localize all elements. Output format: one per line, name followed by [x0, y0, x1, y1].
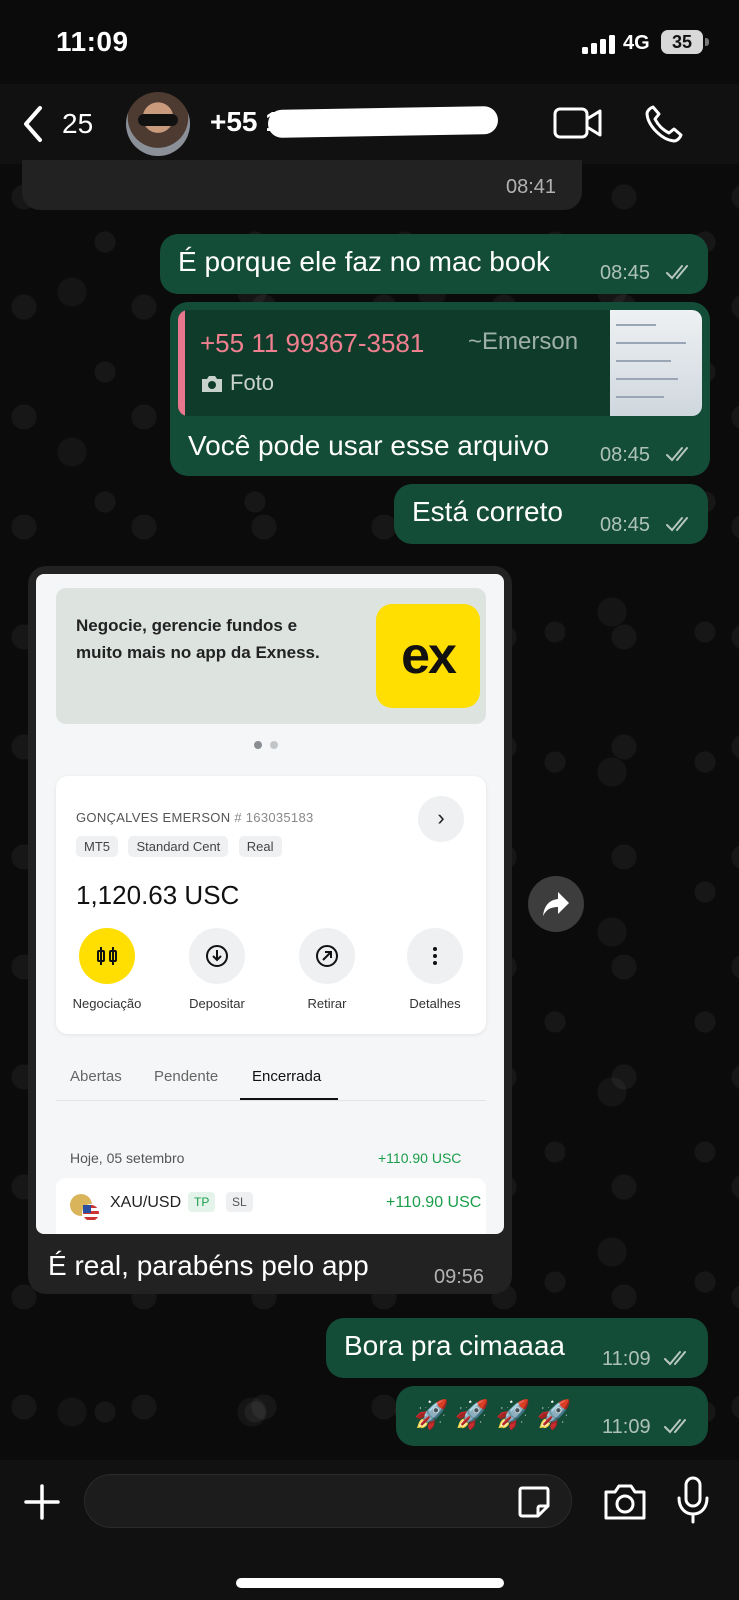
account-tags: MT5 Standard Cent Real: [76, 836, 288, 857]
redaction-mark: [267, 105, 499, 139]
camera-icon: [202, 376, 222, 392]
stop-loss-badge: SL: [226, 1192, 253, 1212]
message-time: 08:45: [600, 514, 651, 536]
active-tab-indicator: [240, 1098, 338, 1100]
quote-accent-bar: [178, 310, 185, 416]
read-ticks-icon: [666, 265, 688, 280]
us-flag-icon: [82, 1204, 100, 1222]
message-incoming[interactable]: 08:41: [22, 160, 582, 210]
promo-banner[interactable]: Negocie, gerencie fundos e muito mais no…: [56, 588, 486, 724]
account-card[interactable]: GONÇALVES EMERSON # 163035183 › MT5 Stan…: [56, 776, 486, 1034]
account-number: # 163035183: [234, 810, 314, 825]
action-label: Negociação: [72, 996, 142, 1011]
read-ticks-icon: [664, 1351, 686, 1366]
message-time: 11:09: [602, 1416, 651, 1438]
message-time: 09:56: [434, 1266, 485, 1288]
forward-button[interactable]: [528, 876, 584, 932]
action-withdraw[interactable]: Retirar: [282, 928, 372, 1011]
message-text: Você pode usar esse arquivo: [188, 430, 550, 461]
forwarded-screenshot[interactable]: Negocie, gerencie fundos e muito mais no…: [36, 574, 504, 1234]
arrow-up-right-circle-icon: [316, 945, 338, 967]
sticker-icon[interactable]: [516, 1484, 552, 1520]
message-text: É porque ele faz no mac book: [178, 246, 551, 277]
battery-icon: 35: [661, 30, 703, 54]
network-label: 4G: [623, 32, 650, 54]
read-ticks-icon: [664, 1419, 686, 1434]
tabs-divider: [56, 1100, 486, 1101]
message-text: 🚀🚀🚀🚀: [414, 1399, 578, 1430]
tag-mode: Real: [238, 836, 282, 857]
tag-platform: MT5: [76, 836, 118, 857]
read-ticks-icon: [666, 517, 688, 532]
message-time: 08:41: [506, 176, 557, 198]
unread-count[interactable]: 25: [62, 108, 93, 140]
carousel-dots: [254, 736, 286, 754]
day-total: +110.90 USC: [378, 1150, 462, 1166]
action-deposit[interactable]: Depositar: [172, 928, 262, 1011]
action-details[interactable]: Detalhes: [390, 928, 480, 1011]
account-balance: 1,120.63 USC: [76, 880, 240, 910]
message-text: É real, parabéns pelo app: [48, 1250, 369, 1281]
tab-closed[interactable]: Encerrada: [252, 1068, 321, 1085]
back-icon[interactable]: [18, 104, 48, 144]
message-text: Bora pra cimaaaa: [344, 1330, 566, 1361]
video-call-icon[interactable]: [553, 106, 603, 140]
take-profit-badge: TP: [188, 1192, 216, 1212]
chevron-right-icon[interactable]: ›: [418, 796, 464, 842]
message-outgoing-reply[interactable]: +55 11 99367-3581 ~Emerson Foto Você pod…: [170, 302, 710, 476]
message-outgoing[interactable]: É porque ele faz no mac book 08:45: [160, 234, 708, 294]
promo-text: Negocie, gerencie fundos e muito mais no…: [76, 616, 320, 662]
message-outgoing[interactable]: 🚀🚀🚀🚀 11:09: [396, 1386, 708, 1446]
message-outgoing[interactable]: Bora pra cimaaaa 11:09: [326, 1318, 708, 1378]
day-label: Hoje, 05 setembro: [70, 1150, 185, 1166]
message-time: 08:45: [600, 262, 651, 284]
read-ticks-icon: [666, 447, 688, 462]
account-name: GONÇALVES EMERSON: [76, 810, 231, 825]
tab-pending[interactable]: Pendente: [154, 1068, 218, 1085]
trade-profit: +110.90 USC: [386, 1194, 482, 1211]
message-outgoing[interactable]: Está correto 08:45: [394, 484, 708, 544]
message-input[interactable]: [84, 1474, 572, 1528]
quote-author: ~Emerson: [468, 328, 579, 355]
phone-call-icon[interactable]: [644, 104, 684, 144]
candlestick-icon: [97, 947, 117, 965]
home-indicator: [236, 1578, 504, 1588]
action-label: Depositar: [189, 996, 245, 1011]
action-trade[interactable]: Negociação: [62, 928, 152, 1011]
trade-symbol: XAU/USD: [110, 1194, 182, 1211]
message-text: Está correto: [412, 496, 563, 527]
action-label: Retirar: [307, 996, 347, 1011]
exness-logo: ex: [376, 604, 480, 708]
camera-icon[interactable]: [602, 1482, 648, 1522]
message-time: 11:09: [602, 1348, 651, 1370]
status-time: 11:09: [56, 26, 129, 57]
signal-icon: [582, 35, 615, 54]
action-label: Detalhes: [409, 996, 461, 1011]
tag-account-type: Standard Cent: [128, 836, 229, 857]
download-circle-icon: [206, 945, 228, 967]
battery-nub: [705, 38, 709, 46]
more-vertical-icon: [433, 947, 437, 965]
forward-arrow-icon: [543, 892, 569, 916]
account-holder: GONÇALVES EMERSON # 163035183: [76, 810, 314, 825]
message-time: 08:45: [600, 444, 651, 466]
tab-open[interactable]: Abertas: [70, 1068, 122, 1085]
trade-row[interactable]: XAU/USD TP SL +110.90 USC: [56, 1178, 486, 1234]
avatar[interactable]: [126, 92, 190, 156]
quote-thumbnail: [610, 310, 702, 416]
quote-media-label: Foto: [230, 370, 275, 395]
plus-icon[interactable]: [22, 1482, 62, 1522]
quote-sender-phone: +55 11 99367-3581: [200, 328, 425, 358]
microphone-icon[interactable]: [676, 1476, 710, 1524]
quoted-message[interactable]: +55 11 99367-3581 ~Emerson Foto: [178, 310, 702, 416]
